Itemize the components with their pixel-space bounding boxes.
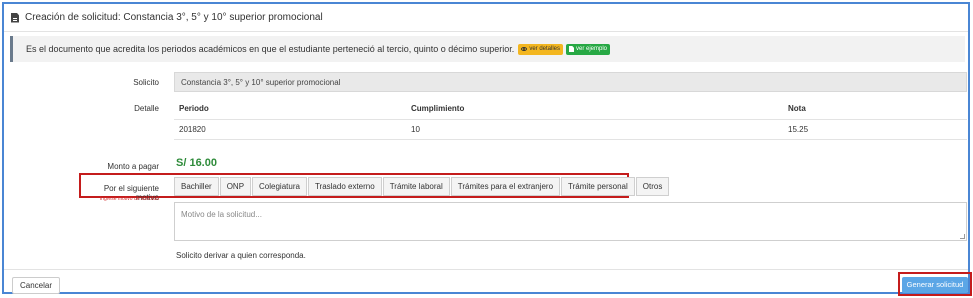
ver-ejemplo-button[interactable]: ver ejemplo — [566, 43, 611, 55]
ver-detalles-label: ver detalles — [529, 46, 560, 52]
modal-header: Creación de solicitud: Constancia 3°, 5°… — [4, 4, 968, 32]
detalle-label: Detalle — [134, 104, 159, 113]
monto-label: Monto a pagar — [107, 162, 159, 171]
modal-window: Creación de solicitud: Constancia 3°, 5°… — [2, 2, 972, 296]
resize-handle-icon[interactable] — [960, 234, 965, 239]
motivo-colegiatura-button[interactable]: Colegiatura — [252, 177, 307, 196]
motivo-onp-button[interactable]: ONP — [219, 177, 252, 196]
table-row: 201820 10 15.25 — [174, 119, 967, 140]
column-header-cumplimiento: Cumplimiento — [406, 99, 783, 120]
detalle-table: Periodo Cumplimiento Nota 201820 10 15.2… — [174, 99, 967, 140]
info-callout: Es el documento que acredita los periodo… — [10, 36, 965, 62]
cell-nota: 15.25 — [783, 119, 967, 140]
generar-solicitud-button[interactable]: Generar solicitud — [902, 277, 968, 293]
motivo-textarea[interactable]: Motivo de la solicitud... — [174, 202, 967, 241]
motivo-button-group: Bachiller ONP Colegiatura Traslado exter… — [174, 177, 670, 196]
motivo-warning: Ingrese motivo de solicitud — [99, 196, 159, 202]
footer-divider — [4, 269, 968, 270]
motivo-tramite-personal-button[interactable]: Trámite personal — [561, 177, 635, 196]
cancel-button[interactable]: Cancelar — [12, 277, 61, 294]
motivo-otros-button[interactable]: Otros — [635, 177, 670, 196]
motivo-tramites-extranjero-button[interactable]: Trámites para el extranjero — [450, 177, 561, 196]
file-icon — [569, 46, 574, 52]
motivo-tramite-laboral-button[interactable]: Trámite laboral — [382, 177, 450, 196]
table-header-row: Periodo Cumplimiento Nota — [174, 99, 967, 120]
ver-detalles-button[interactable]: ver detalles — [518, 43, 563, 55]
motivo-textarea-placeholder: Motivo de la solicitud... — [181, 210, 262, 219]
info-description: Es el documento que acredita los periodo… — [26, 44, 515, 54]
document-icon — [11, 12, 19, 23]
solicito-field: Constancia 3°, 5° y 10° superior promoci… — [174, 72, 967, 92]
solicito-label: Solicito — [133, 78, 159, 87]
column-header-nota: Nota — [783, 99, 967, 120]
cell-periodo: 201820 — [174, 119, 406, 140]
monto-value: S/ 16.00 — [176, 157, 217, 169]
motivo-traslado-externo-button[interactable]: Traslado externo — [307, 177, 382, 196]
eye-icon — [521, 47, 528, 51]
column-header-periodo: Periodo — [174, 99, 406, 120]
modal-title: Creación de solicitud: Constancia 3°, 5°… — [25, 12, 323, 23]
deriva-text: Solicito derivar a quien corresponda. — [176, 251, 306, 260]
motivo-bachiller-button[interactable]: Bachiller — [174, 177, 219, 196]
ver-ejemplo-label: ver ejemplo — [576, 46, 608, 52]
cell-cumplimiento: 10 — [406, 119, 783, 140]
